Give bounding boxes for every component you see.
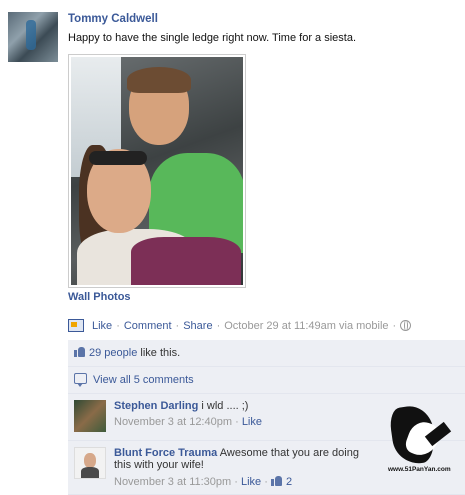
author-name-link[interactable]: Tommy Caldwell xyxy=(68,13,158,25)
commenter-name-link[interactable]: Blunt Force Trauma xyxy=(114,447,217,459)
comment-timestamp[interactable]: November 3 at 12:40pm xyxy=(114,416,232,428)
comment-like-count[interactable]: 2 xyxy=(286,476,292,488)
likes-row: 29 people like this. xyxy=(68,340,465,367)
view-all-row[interactable]: View all 5 comments xyxy=(68,367,465,394)
post-timestamp[interactable]: October 29 at 11:49am via mobile xyxy=(224,320,388,332)
comment-text: i wld .... ;) xyxy=(201,400,249,412)
photo-stream-icon xyxy=(68,319,84,332)
photo-image[interactable] xyxy=(71,57,243,285)
comment-timestamp[interactable]: November 3 at 11:30pm xyxy=(114,476,231,488)
thumbs-up-icon xyxy=(270,475,282,486)
comment-meta: November 3 at 11:30pm · Like · 2 xyxy=(114,475,293,488)
likes-suffix: like this. xyxy=(137,347,181,359)
commenter-avatar[interactable] xyxy=(74,447,106,479)
comment-bubble-icon xyxy=(74,373,87,387)
author-avatar[interactable] xyxy=(8,12,58,62)
like-button[interactable]: Like xyxy=(92,320,112,332)
comment-button[interactable]: Comment xyxy=(124,320,172,332)
post-message: Happy to have the single ledge right now… xyxy=(68,32,356,44)
share-button[interactable]: Share xyxy=(183,320,212,332)
likers-link[interactable]: 29 people xyxy=(89,347,137,359)
post-actions: Like · Comment · Share · October 29 at 1… xyxy=(68,319,412,332)
watermark-logo: www.51PanYan.com xyxy=(388,403,458,478)
album-link[interactable]: Wall Photos xyxy=(68,291,131,303)
globe-icon[interactable] xyxy=(400,320,412,331)
comment-like-button[interactable]: Like xyxy=(242,416,262,428)
commenter-avatar[interactable] xyxy=(74,400,106,432)
view-all-comments-link[interactable]: View all 5 comments xyxy=(93,374,194,386)
commenter-name-link[interactable]: Stephen Darling xyxy=(114,400,198,412)
thumbs-up-icon xyxy=(74,346,85,357)
watermark-url: www.51PanYan.com xyxy=(388,466,451,473)
comment-like-button[interactable]: Like xyxy=(241,476,261,488)
post-photo[interactable] xyxy=(68,54,246,288)
post-header: Tommy Caldwell Happy to have the single … xyxy=(68,13,457,44)
